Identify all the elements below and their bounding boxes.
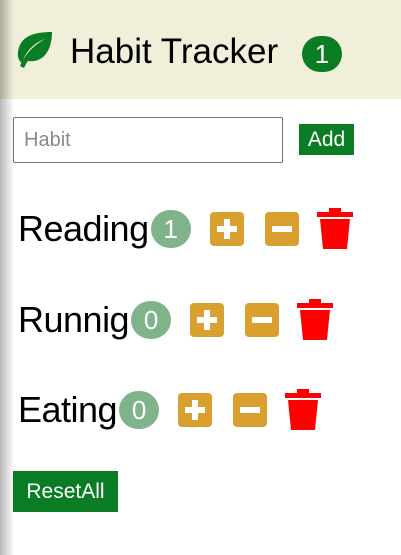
leaf-icon [17,32,53,68]
minus-square-icon[interactable] [245,303,280,337]
reset-all-button[interactable]: ResetAll [13,471,118,512]
habit-name: Reading [18,208,149,249]
habit-row: Eating 0 [18,385,322,435]
habit-count-badge: 0 [131,301,172,339]
plus-square-icon[interactable] [209,212,244,246]
habit-name: Runnig [18,299,130,340]
total-count-badge: 1 [302,36,342,72]
minus-square-icon[interactable] [264,212,299,246]
habit-row: Reading 1 [18,204,353,254]
habit-name: Eating [18,389,118,430]
habit-count-badge: 0 [119,391,160,429]
minus-square-icon[interactable] [233,393,268,427]
habit-row: Runnig 0 [18,295,334,345]
app-title: Habit Tracker [70,32,279,71]
trash-icon[interactable] [285,389,322,431]
plus-square-icon[interactable] [190,303,225,337]
habit-count-badge: 1 [150,210,191,248]
add-button[interactable]: Add [299,124,354,155]
app-header: Habit Tracker 1 [0,0,401,99]
habit-input[interactable] [13,117,283,163]
trash-icon[interactable] [297,299,334,341]
plus-square-icon[interactable] [178,393,213,427]
trash-icon[interactable] [316,208,353,250]
